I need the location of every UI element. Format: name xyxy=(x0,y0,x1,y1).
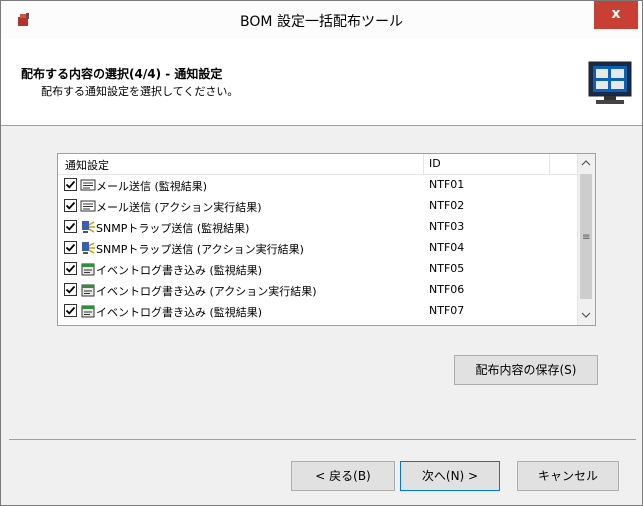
list-item[interactable]: イベントログ書き込み (監視結果) NTF05 xyxy=(58,259,578,280)
list-rows: メール送信 (監視結果) NTF01 メール送信 (アクション実行結果) NTF… xyxy=(58,175,578,325)
checkbox[interactable] xyxy=(64,178,77,191)
row-label: SNMPトラップ送信 (監視結果) xyxy=(96,222,250,235)
checkbox[interactable] xyxy=(64,241,77,254)
list-item[interactable]: イベントログ書き込み (監視結果) NTF07 xyxy=(58,301,578,322)
scroll-down-icon[interactable] xyxy=(581,310,591,320)
row-id: NTF02 xyxy=(429,199,465,212)
column-header-notification-setting[interactable]: 通知設定 xyxy=(65,157,109,173)
row-id: NTF03 xyxy=(429,220,465,233)
window-title: BOM 設定一括配布ツール xyxy=(240,14,403,30)
monitor-icon xyxy=(588,61,632,104)
row-label: イベントログ書き込み (アクション実行結果) xyxy=(96,285,317,298)
wizard-header: 配布する内容の選択(4/4) - 通知設定 配布する通知設定を選択してください。 xyxy=(1,39,642,126)
event-log-icon xyxy=(81,284,95,297)
cancel-button[interactable]: キャンセル xyxy=(517,461,619,491)
scroll-grip-icon: ≡ xyxy=(582,232,591,243)
row-id: NTF07 xyxy=(429,304,465,317)
row-id: NTF05 xyxy=(429,262,465,275)
column-divider xyxy=(549,154,550,174)
row-label: メール送信 (アクション実行結果) xyxy=(96,201,262,214)
scroll-up-icon[interactable] xyxy=(581,158,591,168)
dialog-window: BOM 設定一括配布ツール x 配布する内容の選択(4/4) - 通知設定 配布… xyxy=(0,0,643,506)
column-divider xyxy=(423,154,424,174)
event-log-icon xyxy=(81,263,95,276)
title-bar: BOM 設定一括配布ツール x xyxy=(1,1,642,39)
close-button[interactable]: x xyxy=(594,1,638,29)
checkbox[interactable] xyxy=(64,304,77,317)
checkbox[interactable] xyxy=(64,220,77,233)
event-log-icon xyxy=(81,305,95,318)
list-header: 通知設定 ID xyxy=(58,154,578,175)
snmp-trap-icon xyxy=(82,242,95,254)
row-label: イベントログ書き込み (監視結果) xyxy=(96,306,263,319)
list-item[interactable]: SNMPトラップ送信 (監視結果) NTF03 xyxy=(58,217,578,238)
list-item[interactable]: メール送信 (監視結果) NTF01 xyxy=(58,175,578,196)
mail-icon xyxy=(80,200,96,212)
checkbox[interactable] xyxy=(64,283,77,296)
save-distribution-content-button[interactable]: 配布内容の保存(S) xyxy=(454,355,598,385)
column-header-id[interactable]: ID xyxy=(429,157,441,170)
checkbox[interactable] xyxy=(64,199,77,212)
notification-icon xyxy=(80,324,96,325)
checkbox[interactable] xyxy=(64,262,77,275)
list-item-partial[interactable] xyxy=(58,322,578,325)
mail-icon xyxy=(80,179,96,191)
vertical-scrollbar[interactable]: ≡ xyxy=(577,154,595,325)
row-label: イベントログ書き込み (監視結果) xyxy=(96,264,263,277)
notification-settings-list[interactable]: 通知設定 ID メール送信 (監視結果) NTF01 メール送信 (アクション実… xyxy=(57,153,596,326)
list-item[interactable]: メール送信 (アクション実行結果) NTF02 xyxy=(58,196,578,217)
row-label: メール送信 (監視結果) xyxy=(96,180,208,193)
scroll-thumb[interactable]: ≡ xyxy=(580,174,592,299)
row-id: NTF06 xyxy=(429,283,465,296)
footer-divider xyxy=(9,439,636,440)
back-button[interactable]: < 戻る(B) xyxy=(291,461,395,491)
row-id: NTF04 xyxy=(429,241,465,254)
row-id: NTF01 xyxy=(429,178,465,191)
page-subtitle: 配布する通知設定を選択してください。 xyxy=(41,85,239,98)
row-label: SNMPトラップ送信 (アクション実行結果) xyxy=(96,243,304,256)
page-title: 配布する内容の選択(4/4) - 通知設定 xyxy=(21,67,223,81)
list-item[interactable]: SNMPトラップ送信 (アクション実行結果) NTF04 xyxy=(58,238,578,259)
next-button[interactable]: 次へ(N) > xyxy=(400,461,500,491)
snmp-trap-icon xyxy=(82,221,95,233)
list-item[interactable]: イベントログ書き込み (アクション実行結果) NTF06 xyxy=(58,280,578,301)
